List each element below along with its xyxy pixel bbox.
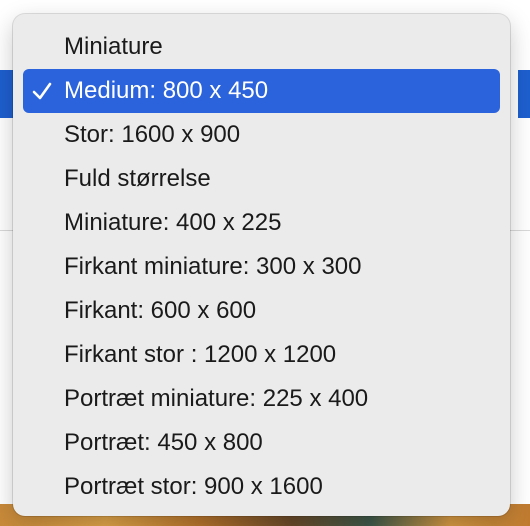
- image-size-dropdown-menu: Miniature Medium: 800 x 450 Stor: 1600 x…: [13, 14, 510, 516]
- menu-item-label: Stor: 1600 x 900: [64, 121, 241, 148]
- menu-item-portraet-miniature-225x400[interactable]: Portræt miniature: 225 x 400: [23, 377, 500, 421]
- menu-item-firkant-stor-1200x1200[interactable]: Firkant stor : 1200 x 1200: [23, 333, 500, 377]
- menu-item-label: Portræt: 450 x 800: [64, 429, 263, 456]
- menu-item-label: Firkant: 600 x 600: [64, 297, 257, 324]
- menu-item-label: Miniature: [64, 33, 163, 60]
- menu-item-label: Fuld størrelse: [64, 165, 211, 192]
- menu-item-label: Miniature: 400 x 225: [64, 209, 282, 236]
- menu-item-firkant-miniature-300x300[interactable]: Firkant miniature: 300 x 300: [23, 245, 500, 289]
- menu-item-fuld-stoerrelse[interactable]: Fuld størrelse: [23, 157, 500, 201]
- menu-item-miniature-400x225[interactable]: Miniature: 400 x 225: [23, 201, 500, 245]
- menu-item-medium-800x450[interactable]: Medium: 800 x 450: [23, 69, 500, 113]
- menu-item-portraet-stor-900x1600[interactable]: Portræt stor: 900 x 1600: [23, 465, 500, 509]
- checkmark-icon: [32, 82, 52, 100]
- menu-item-miniature[interactable]: Miniature: [23, 25, 500, 69]
- menu-item-portraet-450x800[interactable]: Portræt: 450 x 800: [23, 421, 500, 465]
- menu-item-label: Medium: 800 x 450: [64, 77, 269, 104]
- menu-item-stor-1600x900[interactable]: Stor: 1600 x 900: [23, 113, 500, 157]
- menu-item-label: Portræt miniature: 225 x 400: [64, 385, 369, 412]
- menu-item-label: Firkant stor : 1200 x 1200: [64, 341, 337, 368]
- background-blue-fragment-right: [518, 70, 530, 118]
- menu-item-label: Portræt stor: 900 x 1600: [64, 473, 323, 500]
- menu-item-firkant-600x600[interactable]: Firkant: 600 x 600: [23, 289, 500, 333]
- background-blue-fragment-left: [0, 70, 14, 118]
- menu-item-label: Firkant miniature: 300 x 300: [64, 253, 362, 280]
